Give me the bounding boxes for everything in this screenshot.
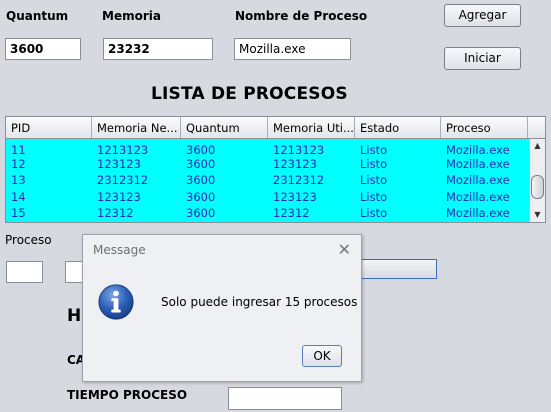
cell-memoria-utilizada: 12312 (273, 206, 310, 220)
cell-quantum: 3600 (186, 173, 216, 187)
column-header-memoria-necesaria[interactable]: Memoria Ne... (92, 117, 181, 138)
table-body: 11 1213123 3600 1213123 Listo Mozilla.ex… (6, 139, 545, 222)
message-dialog[interactable]: Message ✕ Solo puede ingresar 15 proceso… (82, 234, 362, 382)
agregar-button[interactable]: Agregar (444, 4, 521, 27)
cell-quantum: 3600 (186, 189, 216, 204)
table-vertical-scrollbar[interactable]: ▲ ▼ (529, 139, 545, 222)
cell-estado: Listo (360, 206, 388, 220)
dialog-title-bar[interactable]: Message ✕ (83, 235, 361, 265)
cell-pid: 14 (11, 189, 26, 204)
dialog-message: Solo puede ingresar 15 procesos (161, 295, 358, 309)
column-header-proceso[interactable]: Proceso (441, 117, 528, 138)
quantum-label: Quantum (6, 9, 69, 23)
table-row[interactable]: 14 123123 3600 123123 Listo Mozilla.exe (6, 189, 545, 206)
progress-bar (359, 259, 437, 279)
cell-pid: 13 (11, 173, 26, 187)
tiempo-proceso-input[interactable] (228, 387, 342, 410)
table-row[interactable]: 15 12312 3600 12312 Listo Mozilla.exe (6, 205, 545, 222)
scroll-up-arrow-icon[interactable]: ▲ (530, 139, 545, 153)
cell-quantum: 3600 (186, 143, 216, 156)
cell-memoria-necesaria: 123123 (97, 189, 141, 204)
column-header-memoria-utilizada[interactable]: Memoria Uti... (268, 117, 355, 138)
header-corner (528, 117, 545, 138)
cell-memoria-necesaria: 1213123 (97, 143, 149, 156)
proceso-input[interactable] (6, 261, 43, 283)
nombre-proceso-label: Nombre de Proceso (235, 9, 368, 23)
list-title: LISTA DE PROCESOS (151, 84, 348, 104)
table-row[interactable]: 13 2312312 3600 2312312 Listo Mozilla.ex… (6, 172, 545, 189)
lower-heading: H (67, 306, 82, 326)
proceso-label: Proceso (5, 233, 52, 247)
cell-proceso: Mozilla.exe (446, 189, 510, 204)
cell-quantum: 3600 (186, 206, 216, 220)
cell-memoria-necesaria: 123123 (97, 156, 141, 171)
cell-memoria-utilizada: 2312312 (273, 173, 325, 187)
cell-memoria-utilizada: 123123 (273, 156, 317, 171)
ok-button[interactable]: OK (302, 345, 342, 367)
scrollbar-thumb[interactable] (531, 175, 544, 199)
cell-proceso: Mozilla.exe (446, 206, 510, 220)
cell-pid: 11 (11, 143, 26, 156)
table-header: PID Memoria Ne... Quantum Memoria Uti...… (6, 117, 545, 139)
scroll-down-arrow-icon[interactable]: ▼ (530, 208, 545, 222)
nombre-proceso-input[interactable]: Mozilla.exe (234, 38, 351, 60)
process-table[interactable]: PID Memoria Ne... Quantum Memoria Uti...… (5, 116, 546, 223)
iniciar-button[interactable]: Iniciar (444, 47, 521, 70)
close-icon[interactable]: ✕ (338, 242, 351, 258)
cell-proceso: Mozilla.exe (446, 143, 510, 156)
info-icon (98, 284, 134, 320)
column-header-quantum[interactable]: Quantum (181, 117, 268, 138)
dialog-title: Message (93, 243, 146, 257)
cell-memoria-utilizada: 1213123 (273, 143, 325, 156)
memoria-label: Memoria (102, 9, 161, 23)
cell-pid: 12 (11, 156, 26, 171)
cell-pid: 15 (11, 206, 26, 220)
cell-memoria-necesaria: 2312312 (97, 173, 149, 187)
cell-estado: Listo (360, 173, 388, 187)
cell-estado: Listo (360, 189, 388, 204)
cell-estado: Listo (360, 143, 388, 156)
cell-proceso: Mozilla.exe (446, 156, 510, 171)
cell-quantum: 3600 (186, 156, 216, 171)
column-header-pid[interactable]: PID (6, 117, 92, 138)
quantum-input[interactable]: 3600 (5, 38, 81, 60)
memoria-input[interactable]: 23232 (103, 38, 213, 60)
cell-estado: Listo (360, 156, 388, 171)
cell-memoria-necesaria: 12312 (97, 206, 134, 220)
tiempo-proceso-label: TIEMPO PROCESO (67, 388, 188, 402)
table-row[interactable]: 12 123123 3600 123123 Listo Mozilla.exe (6, 156, 545, 173)
cell-memoria-utilizada: 123123 (273, 189, 317, 204)
column-header-estado[interactable]: Estado (355, 117, 441, 138)
cell-proceso: Mozilla.exe (446, 173, 510, 187)
table-row[interactable]: 11 1213123 3600 1213123 Listo Mozilla.ex… (6, 139, 545, 156)
